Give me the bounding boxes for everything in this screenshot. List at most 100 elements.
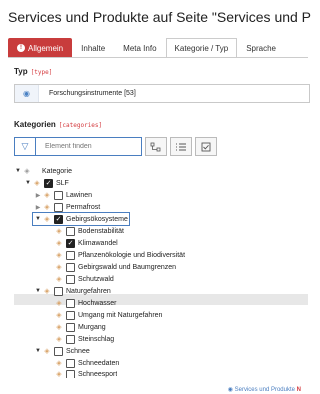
triangle-right-icon[interactable]: ▶ (34, 204, 42, 211)
tree-node-label: Schneedaten (78, 359, 120, 367)
page-title: Services und Produkte auf Seite "Service… (8, 9, 312, 25)
tab-allgemein[interactable]: ! Allgemein (8, 38, 73, 57)
tab-meta-info[interactable]: Meta Info (114, 38, 165, 57)
tree-node-gebirgswald[interactable]: ◈ Gebirgswald und Baumgrenzen (54, 262, 176, 272)
checkbox-icon[interactable] (66, 310, 75, 320)
tree-node-murgang[interactable]: ◈ Murgang (54, 322, 106, 332)
tree-node-label: Schnee (66, 347, 90, 355)
tab-divider (8, 57, 308, 58)
tag-icon: ◈ (56, 360, 62, 367)
expand-all-button[interactable] (145, 137, 167, 156)
check-square-icon (201, 142, 211, 151)
tag-icon: ◈ (56, 324, 62, 331)
tree-node-schneesport[interactable]: ◈ Schneesport (54, 370, 117, 378)
checkbox-icon[interactable] (66, 370, 75, 378)
checkbox-icon[interactable] (66, 298, 75, 308)
checkbox-icon[interactable] (66, 322, 75, 332)
footer-link[interactable]: ◉ Services und Produkte N (228, 386, 301, 393)
tree-node-schneedaten[interactable]: ◈ Schneedaten (54, 358, 119, 368)
checkbox-icon[interactable] (66, 358, 75, 368)
tree-node-label: Murgang (78, 323, 106, 331)
checkbox-icon[interactable] (66, 334, 75, 344)
triangle-down-icon[interactable]: ▼ (34, 216, 42, 222)
checkbox-icon[interactable] (54, 286, 63, 296)
tab-kategorie-typ[interactable]: Kategorie / Typ (165, 38, 238, 57)
type-select[interactable]: ◉ Forschungsinstrumente [53] (14, 84, 310, 103)
category-search: ▽ (14, 137, 142, 156)
category-search-input[interactable] (36, 143, 136, 150)
tag-icon: ◈ (24, 168, 30, 175)
triangle-down-icon[interactable]: ▼ (34, 288, 42, 294)
checkbox-icon[interactable] (54, 346, 63, 356)
type-field-label: Typ [type] (14, 67, 53, 76)
triangle-down-icon[interactable]: ▼ (24, 180, 32, 186)
checkbox-icon[interactable] (54, 190, 63, 200)
tree-node-label: Naturgefahren (66, 287, 111, 295)
tree-node-umgang-naturgefahren[interactable]: ◈ Umgang mit Naturgefahren (54, 310, 162, 320)
tree-node-label: Steinschlag (78, 335, 115, 343)
tree-node-slf[interactable]: ▼ ◈ ✓ SLF (24, 178, 69, 188)
checkbox-icon[interactable] (66, 262, 75, 272)
tree-node-lawinen[interactable]: ▶ ◈ Lawinen (34, 190, 92, 200)
tag-icon: ◈ (56, 300, 62, 307)
tree-node-label: Kategorie (42, 167, 72, 175)
tree-node-label: Umgang mit Naturgefahren (78, 311, 163, 319)
tab-label: Allgemein (28, 43, 64, 53)
tag-icon: ◈ (44, 288, 50, 295)
show-selected-button[interactable] (195, 137, 217, 156)
tag-icon: ◈ (44, 216, 50, 223)
tab-sprache[interactable]: Sprache (237, 38, 285, 57)
type-value: Forschungsinstrumente [53] (49, 90, 136, 97)
tag-icon: ◈ (56, 371, 62, 378)
tag-icon: ◈ (56, 312, 62, 319)
tree-node-label: Gebirgswald und Baumgrenzen (78, 263, 177, 271)
checkbox-checked-icon[interactable]: ✓ (44, 178, 53, 188)
checkbox-icon[interactable] (66, 274, 75, 284)
tag-icon: ◈ (44, 204, 50, 211)
tree-node-label: Schneesport (78, 370, 118, 378)
collapse-list-button[interactable] (170, 137, 192, 156)
tree-node-label: Bodenstabilität (78, 227, 124, 235)
tag-icon: ◈ (44, 348, 50, 355)
triangle-right-icon[interactable]: ▶ (34, 192, 42, 199)
checkbox-checked-icon[interactable]: ✓ (66, 238, 75, 248)
tree-node-klimawandel[interactable]: ◈ ✓ Klimawandel (54, 238, 118, 248)
tree-node-root[interactable]: ▼ ◈ Kategorie (14, 166, 72, 176)
tree-node-schnee[interactable]: ▼ ◈ Schnee (34, 346, 90, 356)
tree-node-pflanzenoekologie[interactable]: ◈ Pflanzenökologie und Biodiversität (54, 250, 185, 260)
checkbox-icon[interactable] (66, 250, 75, 260)
categories-field-label: Kategorien [categories] (14, 120, 103, 129)
tag-icon: ◉ (15, 85, 39, 102)
tree-node-gebirgsoekosysteme[interactable]: ▼ ◈ ✓ Gebirgsökosysteme (32, 212, 130, 226)
tree-node-bodenstabilitaet[interactable]: ◈ Bodenstabilität (54, 226, 124, 236)
tree-node-naturgefahren[interactable]: ▼ ◈ Naturgefahren (34, 286, 111, 296)
tree-node-permafrost[interactable]: ▶ ◈ Permafrost (34, 202, 100, 212)
tag-icon: ◈ (34, 180, 40, 187)
tree-node-label: Lawinen (66, 191, 93, 199)
tree-node-label: Klimawandel (78, 239, 118, 247)
category-toolbar: ▽ (14, 137, 217, 156)
tree-node-label: Schutzwald (78, 275, 114, 283)
tab-inhalte[interactable]: Inhalte (72, 38, 114, 57)
tree-node-label: Pflanzenökologie und Biodiversität (78, 251, 186, 259)
tree-node-schutzwald[interactable]: ◈ Schutzwald (54, 274, 114, 284)
tree-expand-icon (150, 142, 161, 151)
tag-icon: ◈ (56, 264, 62, 271)
tag-icon: ◈ (56, 252, 62, 259)
checkbox-icon[interactable] (54, 202, 63, 212)
tree-node-label: Permafrost (66, 203, 101, 211)
tree-node-label: SLF (56, 179, 69, 187)
tag-icon: ◈ (56, 276, 62, 283)
tree-node-steinschlag[interactable]: ◈ Steinschlag (54, 334, 114, 344)
tree-node-label: Gebirgsökosysteme (66, 215, 128, 223)
list-icon (176, 143, 186, 150)
triangle-down-icon[interactable]: ▼ (34, 348, 42, 354)
triangle-down-icon[interactable]: ▼ (14, 168, 22, 174)
checkbox-checked-icon[interactable]: ✓ (54, 214, 63, 224)
footer-icon: ◉ (227, 387, 235, 393)
error-icon: ! (17, 44, 25, 52)
tag-icon: ◈ (44, 192, 50, 199)
tag-icon: ◈ (56, 336, 62, 343)
checkbox-icon[interactable] (66, 226, 75, 236)
tree-node-hochwasser[interactable]: ◈ Hochwasser (54, 298, 117, 308)
